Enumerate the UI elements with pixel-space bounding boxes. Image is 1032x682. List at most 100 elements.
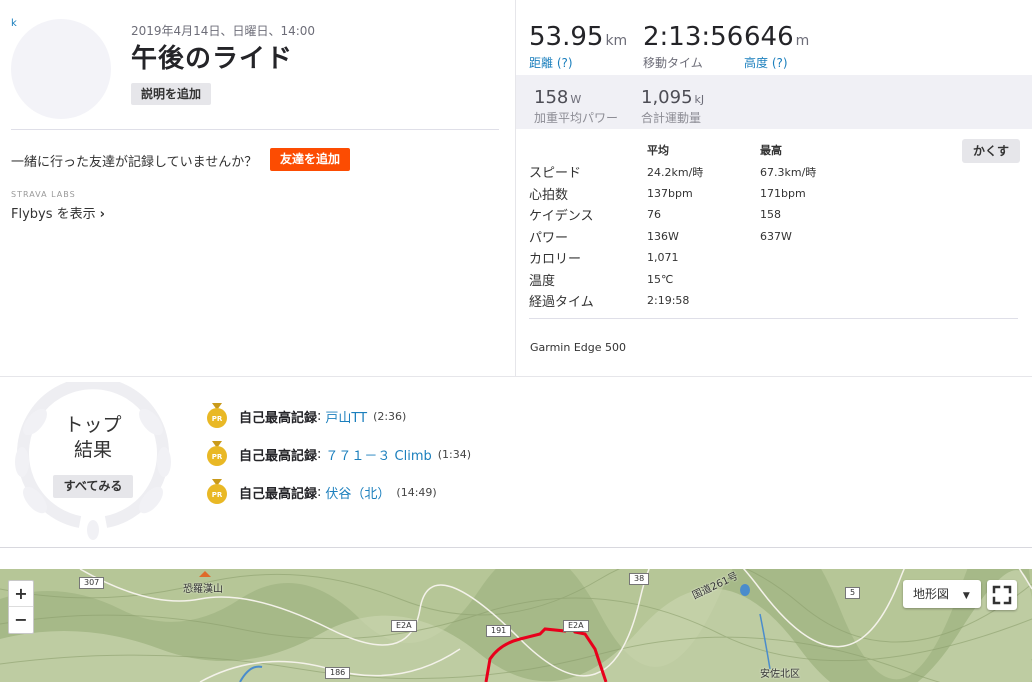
activity-stats: 53.95 km 距離 (?) 2:13:56 移動タイム 646 m 高度 (?)… <box>515 0 1032 376</box>
stat-max: 158 <box>760 208 781 222</box>
moving-time-value: 2:13:56 <box>643 22 744 52</box>
stats-header-label <box>529 139 647 161</box>
achievement-label: 自己最高記録 <box>239 448 318 464</box>
achievement-label: 自己最高記録 <box>239 486 318 502</box>
segment-link[interactable]: 戸山TT <box>325 407 367 426</box>
stat-label: カロリー <box>529 252 582 268</box>
route-map[interactable]: 恐羅漢山 国道261号 安佐北区 307 38 5 E2A 191 E2A 18… <box>0 569 1032 682</box>
table-row: カロリー 1,071 <box>529 247 870 269</box>
zoom-out-button[interactable]: − <box>9 607 33 633</box>
activity-page: k 2019年4月14日、日曜日、14:00 午後のライド 説明を追加 一緒に行… <box>0 0 1032 682</box>
fullscreen-icon <box>992 585 1012 605</box>
pr-medal-icon: PR <box>207 479 227 504</box>
distance-stat: 53.95 km 距離 (?) <box>529 22 627 71</box>
elevation-label[interactable]: 高度 (?) <box>744 54 809 71</box>
mountain-label: 恐羅漢山 <box>183 584 223 595</box>
stat-max: 67.3km/時 <box>760 165 817 179</box>
achievement-row: PR 自己最高記録: 戸山TT (2:36) <box>206 403 406 429</box>
stat-average: 76 <box>647 208 661 222</box>
add-friends-button[interactable]: 友達を追加 <box>270 148 351 171</box>
distance-value: 53.95 <box>529 22 604 52</box>
stats-header-row: 平均 最高 <box>529 139 870 161</box>
table-row: 心拍数 137bpm 171bpm <box>529 183 870 205</box>
total-work-label: 合計運動量 <box>641 111 702 125</box>
stat-average: 137bpm <box>647 186 693 200</box>
stat-label: 心拍数 <box>529 187 569 203</box>
pr-medal-icon: PR <box>207 403 227 428</box>
map-type-select[interactable]: 地形図 ▼ <box>903 580 981 608</box>
segment-link[interactable]: ７７１－３ Climb <box>325 445 431 464</box>
stat-max <box>760 247 870 269</box>
stat-average: 136W <box>647 229 679 243</box>
weighted-power-unit: W <box>570 93 582 106</box>
distance-unit: km <box>605 33 628 49</box>
achievement-time: (2:36) <box>373 409 407 423</box>
avatar-mark: k <box>11 18 17 29</box>
stat-label: パワー <box>529 230 569 246</box>
elevation-value: 646 <box>744 22 794 52</box>
map-type-label: 地形図 <box>913 587 950 601</box>
stat-max <box>760 269 870 291</box>
medal-text: PR <box>212 415 223 423</box>
divider <box>0 376 1032 377</box>
total-work-value: 1,095 <box>641 87 693 108</box>
strava-labs-label: STRAVA LABS <box>11 190 76 199</box>
terrain-map <box>0 569 1032 682</box>
divider <box>11 129 499 130</box>
achievement-row: PR 自己最高記録: 伏谷（北） (14:49) <box>206 479 437 505</box>
table-row: ケイデンス 76 158 <box>529 204 870 226</box>
table-row: 温度 15℃ <box>529 269 870 291</box>
secondary-stats: 158 W 加重平均パワー 1,095 kJ 合計運動量 <box>516 75 1032 129</box>
fullscreen-button[interactable] <box>987 580 1017 610</box>
caret-down-icon: ▼ <box>962 591 970 601</box>
stat-label: 温度 <box>529 273 556 289</box>
hide-stats-button[interactable]: かくす <box>962 139 1021 163</box>
achievement-time: (14:49) <box>396 485 437 499</box>
flybys-label: Flybys を表示 <box>11 207 96 222</box>
top-results-title: トップ 結果 <box>55 413 131 463</box>
stat-max: 637W <box>760 229 792 243</box>
map-zoom-control: + − <box>8 580 34 634</box>
stat-average: 15℃ <box>647 272 674 286</box>
table-row: 経過タイム 2:19:58 <box>529 290 870 312</box>
route-shield: 186 <box>325 667 351 679</box>
chevron-right-icon: › <box>99 207 105 222</box>
divider <box>0 547 1032 548</box>
add-description-button[interactable]: 説明を追加 <box>131 83 212 105</box>
stat-max <box>760 290 870 312</box>
stat-max: 171bpm <box>760 186 806 200</box>
friends-question: 一緒に行った友達が記録していませんか？ <box>11 155 258 170</box>
divider <box>529 318 1018 319</box>
route-shield: 38 <box>629 573 650 585</box>
weighted-power-value: 158 <box>534 87 569 108</box>
stat-average: 1,071 <box>647 251 679 265</box>
top-results-title-line1: トップ <box>64 414 122 436</box>
route-shield: E2A <box>563 620 589 632</box>
achievement-row: PR 自己最高記録:７７１－３ Climb (1:34) <box>206 441 471 467</box>
flybys-link[interactable]: Flybys を表示 › <box>11 203 105 222</box>
moving-time-label: 移動タイム <box>643 56 703 70</box>
zoom-in-button[interactable]: + <box>9 581 33 607</box>
route-shield: 5 <box>845 587 861 599</box>
achievement-time: (1:34) <box>437 447 472 461</box>
weighted-power-label: 加重平均パワー <box>534 111 619 125</box>
table-row: スピード 24.2km/時 67.3km/時 <box>529 161 870 183</box>
segment-link[interactable]: 伏谷（北） <box>325 483 390 502</box>
stats-header-average: 平均 <box>647 144 669 157</box>
stats-header-max: 最高 <box>760 144 782 157</box>
stats-table: 平均 最高 スピード 24.2km/時 67.3km/時 心拍数 137bpm 171b… <box>529 139 870 312</box>
avatar[interactable] <box>11 19 111 119</box>
pr-medal-icon: PR <box>207 441 227 466</box>
medal-text: PR <box>212 491 223 499</box>
achievement-label: 自己最高記録 <box>239 410 318 426</box>
see-all-button[interactable]: すべてみる <box>53 475 133 498</box>
total-work-unit: kJ <box>694 93 705 106</box>
route-shield: 307 <box>79 577 105 589</box>
stat-label: スピード <box>529 166 582 182</box>
stat-average: 24.2km/時 <box>647 165 704 179</box>
stat-average: 2:19:58 <box>647 294 690 308</box>
distance-label[interactable]: 距離 (?) <box>529 54 627 71</box>
activity-header: k 2019年4月14日、日曜日、14:00 午後のライド 説明を追加 一緒に行… <box>0 0 515 376</box>
activity-title: 午後のライド <box>131 44 294 74</box>
district-label: 安佐北区 <box>760 669 800 680</box>
